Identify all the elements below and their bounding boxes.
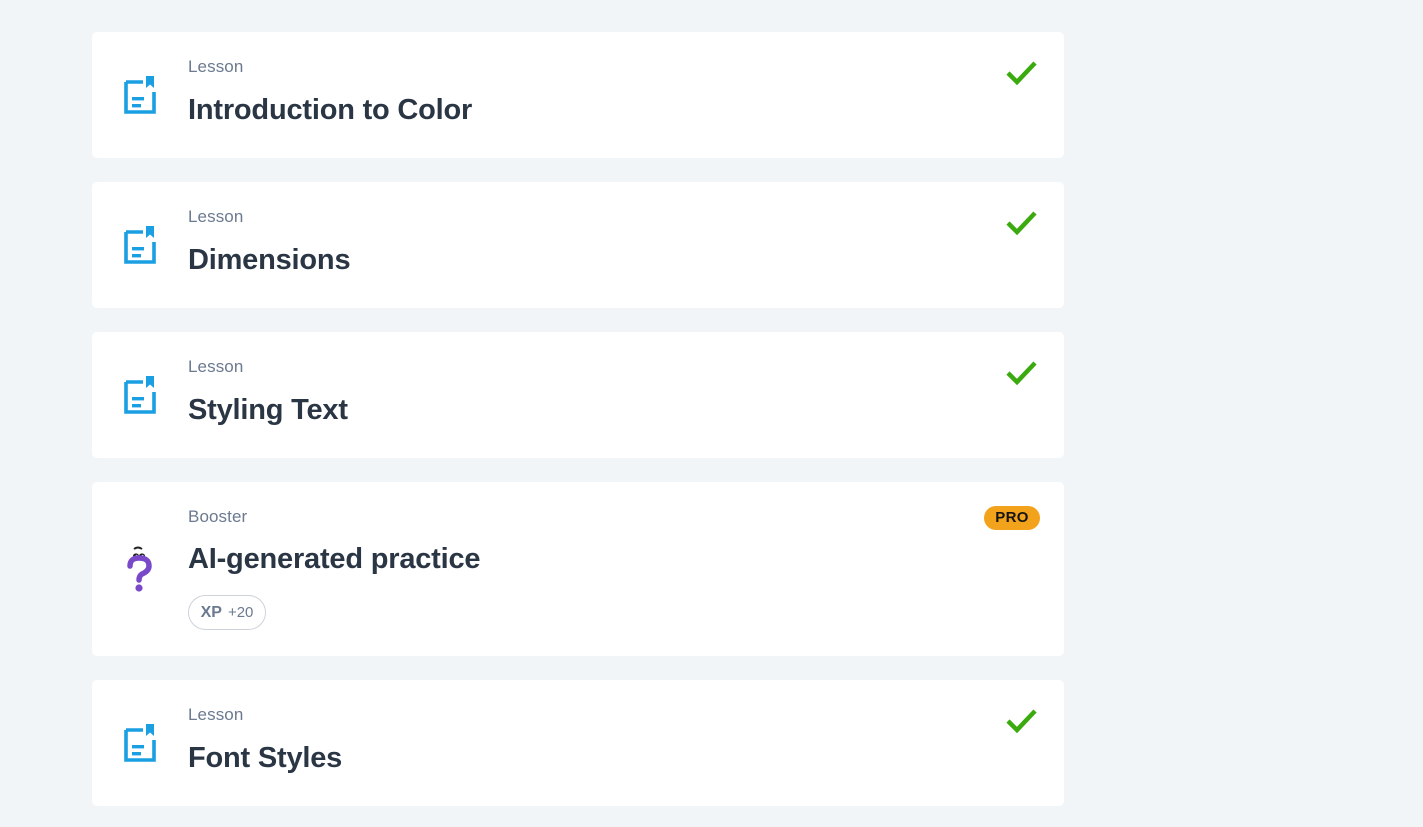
lesson-card[interactable]: Lesson Introduction to Color [92, 32, 1064, 158]
lesson-title: Introduction to Color [188, 94, 473, 126]
lesson-title: Styling Text [188, 394, 348, 426]
check-icon [1004, 358, 1040, 388]
booster-card[interactable]: Booster AI-generated practice PRO XP +20 [92, 482, 1064, 656]
item-type-label: Lesson [188, 705, 244, 724]
item-type-label: Lesson [188, 207, 244, 226]
lesson-card[interactable]: Lesson Styling Text [92, 332, 1064, 458]
lesson-document-icon [122, 723, 158, 763]
lesson-list: Lesson Introduction to Color Lesson Dime… [92, 32, 1064, 806]
check-icon [1004, 58, 1040, 88]
item-type-label: Lesson [188, 57, 244, 76]
xp-value: +20 [227, 604, 254, 621]
lesson-document-icon [122, 75, 158, 115]
lesson-document-icon [122, 375, 158, 415]
xp-reward-pill: XP +20 [188, 595, 266, 630]
lesson-card[interactable]: Lesson Dimensions [92, 182, 1064, 308]
lesson-title: Dimensions [188, 244, 351, 276]
item-type-label: Lesson [188, 357, 244, 376]
lesson-card[interactable]: Lesson Font Styles [92, 680, 1064, 806]
question-mark-character-icon [124, 546, 160, 592]
item-type-label: Booster [188, 507, 248, 526]
booster-title: AI-generated practice [188, 543, 481, 575]
lesson-document-icon [122, 225, 158, 265]
pro-badge: PRO [984, 506, 1040, 530]
check-icon [1004, 208, 1040, 238]
xp-label: XP [200, 603, 222, 621]
lesson-title: Font Styles [188, 742, 343, 774]
check-icon [1004, 706, 1040, 736]
